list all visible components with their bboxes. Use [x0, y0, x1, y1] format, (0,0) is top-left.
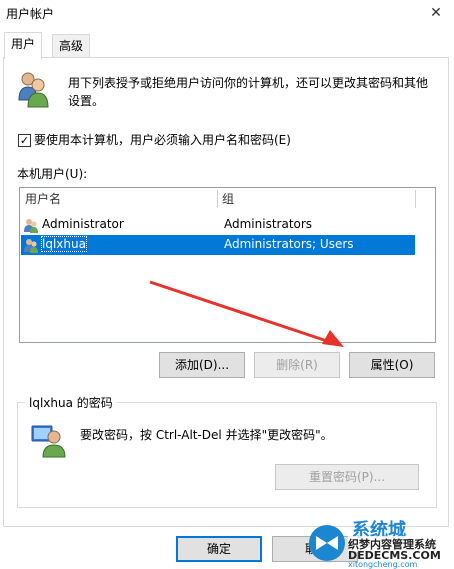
user-row-lqlxhua[interactable]: lqlxhua Administrators; Users — [21, 235, 415, 255]
tab-advanced[interactable]: 高级 — [52, 34, 91, 57]
column-separator[interactable] — [415, 190, 416, 208]
description-text: 用下列表授予或拒绝用户访问你的计算机，还可以更改其密码和其他设置。 — [68, 76, 429, 108]
column-header-group[interactable]: 组 — [222, 188, 234, 210]
column-header-username[interactable]: 用户名 — [25, 188, 61, 210]
require-login-label[interactable]: 要使用本计算机，用户必须输入用户名和密码(E) — [34, 131, 291, 148]
password-group-title: lqlxhua 的密码 — [25, 394, 117, 411]
close-button[interactable]: ✕ — [418, 0, 454, 26]
remove-user-button[interactable]: 删除(R) — [254, 352, 340, 378]
require-login-checkbox[interactable]: ✓ — [18, 134, 31, 147]
change-password-instructions: 要改密码，按 Ctrl-Alt-Del 并选择"更改密码"。 — [80, 428, 333, 442]
add-user-button[interactable]: 添加(D)... — [159, 352, 245, 378]
user-row-administrator[interactable]: Administrator Administrators — [21, 215, 415, 235]
user-key-icon — [31, 425, 66, 458]
group-cell: Administrators; Users — [224, 237, 354, 251]
title-bar — [0, 0, 454, 30]
user-icon — [24, 239, 38, 253]
properties-button[interactable]: 属性(O) — [349, 352, 435, 378]
local-users-label: 本机用户(U): — [17, 167, 88, 181]
reset-password-button[interactable]: 重置密码(P)... — [275, 464, 419, 490]
watermark: 系统城 织梦内容管理系统 DEDECMS.COM xitongcheng.com — [300, 518, 454, 569]
tab-users[interactable]: 用户 — [4, 32, 43, 59]
username-cell: Administrator — [42, 217, 124, 231]
password-group — [17, 402, 437, 508]
ok-button[interactable]: 确定 — [176, 536, 262, 562]
users-icon — [18, 72, 49, 108]
window-title: 用户帐户 — [6, 7, 55, 21]
username-cell: lqlxhua — [41, 236, 87, 252]
group-cell: Administrators — [224, 217, 313, 231]
users-list[interactable]: 用户名 组 Administrator Administrators lqlxh… — [19, 187, 436, 343]
watermark-logo-icon — [309, 525, 345, 561]
column-separator[interactable] — [217, 190, 218, 208]
user-icon — [24, 219, 38, 233]
